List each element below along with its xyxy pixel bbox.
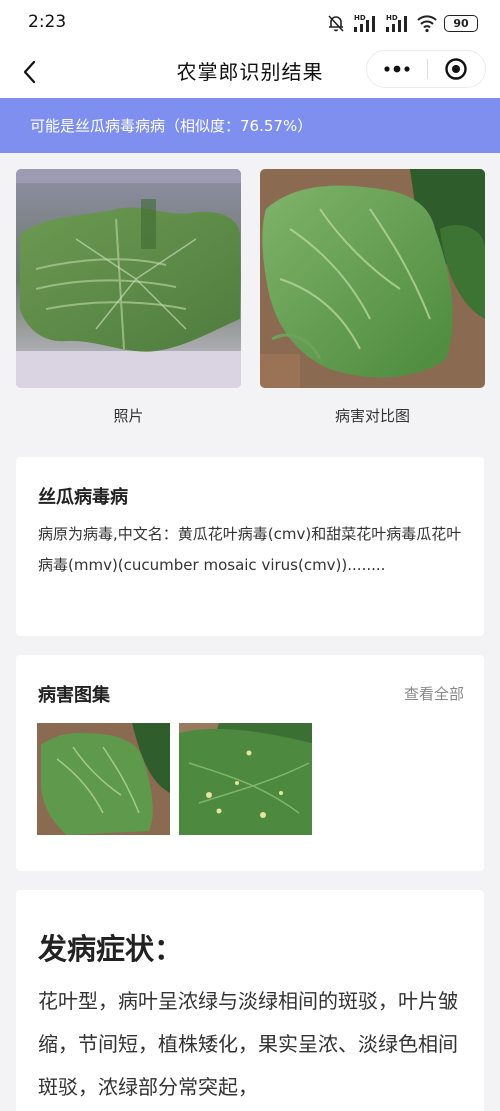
user-photo[interactable] [16,169,241,388]
gallery-thumbnail[interactable] [179,723,312,835]
symptoms-card: 发病症状： 花叶型，病叶呈浓绿与淡绿相间的斑驳，叶片皱缩，节间短，植株矮化，果实… [16,890,484,1111]
disease-gallery-card: 病害图集 查看全部 [16,655,484,871]
record-icon [445,58,467,80]
bell-off-icon [326,13,346,33]
mini-program-capsule [366,50,486,88]
status-bar: 2:23 HD HD 90 [0,0,500,46]
status-icons: HD HD 90 [326,13,478,33]
gallery-thumbnail[interactable] [37,723,170,835]
nav-bar: 农掌郎识别结果 [0,46,500,98]
battery-icon: 90 [444,14,478,32]
gallery-title: 病害图集 [38,685,110,706]
comparison-photo[interactable] [260,169,485,388]
wifi-icon [416,13,438,33]
hd-badge: HD [354,14,366,22]
leaf-comparison-image [260,169,485,388]
disease-name: 丝瓜病毒病 [38,487,128,508]
close-button[interactable] [427,51,485,87]
signal-icon: HD [352,13,378,33]
comparison-photo-caption: 病害对比图 [334,407,410,425]
user-photo-column: 照片 [16,169,241,426]
more-button[interactable] [367,51,427,87]
hd-badge: HD [386,14,398,22]
view-all-link[interactable]: 查看全部 [404,683,464,704]
symptoms-title: 发病症状： [38,932,184,966]
result-banner: 可能是丝瓜病毒病病（相似度：76.57%） [0,98,500,153]
leaf-thumbnail-image [37,723,170,835]
leaf-spots-thumbnail-image [179,723,312,835]
user-photo-caption: 照片 [113,407,144,425]
signal-icon: HD [384,13,410,33]
status-time: 2:23 [28,12,67,32]
more-icon [384,65,410,73]
symptoms-text: 花叶型，病叶呈浓绿与淡绿相间的斑驳，叶片皱缩，节间短，植株矮化，果实呈浓、淡绿色… [38,989,458,1099]
comparison-photo-column: 病害对比图 [260,169,485,426]
disease-description: 病原为病毒,中文名：黄瓜花叶病毒(cmv)和甜菜花叶病毒瓜花叶病毒(mmv)(c… [38,525,462,574]
disease-info-card[interactable]: 丝瓜病毒病 病原为病毒,中文名：黄瓜花叶病毒(cmv)和甜菜花叶病毒瓜花叶病毒(… [16,457,484,636]
result-text: 可能是丝瓜病毒病病（相似度：76.57%） [30,117,313,135]
leaf-photo-image [16,169,241,388]
